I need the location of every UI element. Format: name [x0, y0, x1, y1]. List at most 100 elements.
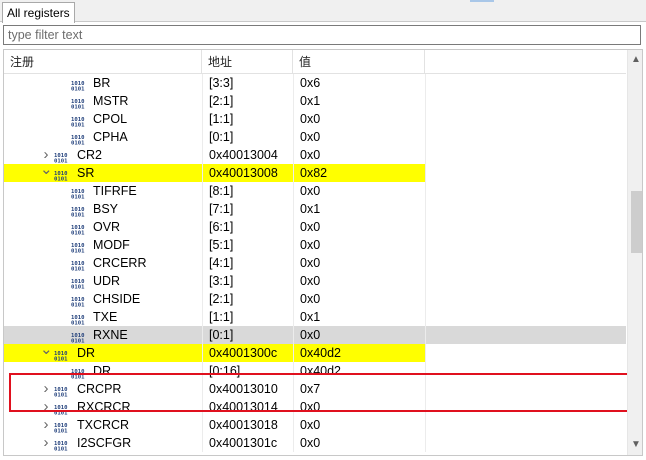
svg-text:0101: 0101 [71, 249, 85, 254]
register-value[interactable]: 0x0 [300, 290, 320, 308]
column-divider [425, 146, 426, 164]
register-value[interactable]: 0x0 [300, 128, 320, 146]
column-divider [425, 380, 426, 398]
register-value[interactable]: 0x0 [300, 110, 320, 128]
register-binary-icon: 1010 0101 [71, 312, 87, 327]
column-divider [425, 92, 426, 110]
column-divider [425, 182, 426, 200]
register-row[interactable]: ⌄ 1010 0101 DR 0x4001300c 0x40d2 [4, 342, 626, 363]
column-divider [425, 128, 426, 146]
scroll-up-arrow-icon[interactable]: ▲ [628, 52, 642, 68]
field-row[interactable]: 1010 0101 CRCERR [4:1] 0x0 [4, 254, 626, 273]
field-row[interactable]: 1010 0101 CPOL [1:1] 0x0 [4, 110, 626, 129]
field-row[interactable]: 1010 0101 RXNE [0:1] 0x0 [4, 326, 626, 345]
chevron-right-icon[interactable]: › [40, 380, 52, 398]
svg-text:0101: 0101 [71, 87, 85, 92]
vertical-scrollbar[interactable]: ▲ ▼ [627, 50, 642, 455]
column-divider [202, 362, 203, 380]
chevron-down-icon[interactable]: ⌄ [40, 342, 53, 362]
register-name: CRCERR [93, 256, 147, 270]
field-row[interactable]: 1010 0101 UDR [3:1] 0x0 [4, 272, 626, 291]
column-header-address[interactable]: 地址 [202, 50, 293, 74]
svg-text:0101: 0101 [54, 411, 68, 416]
register-address: [1:1] [209, 112, 234, 126]
svg-text:0101: 0101 [71, 105, 85, 110]
field-row[interactable]: 1010 0101 MSTR [2:1] 0x1 [4, 92, 626, 111]
register-row[interactable]: › 1010 0101 CR2 0x40013004 0x0 [4, 146, 626, 165]
column-header-value[interactable]: 值 [293, 50, 425, 74]
column-divider [202, 236, 203, 254]
register-value[interactable]: 0x0 [300, 182, 320, 200]
register-binary-icon: 1010 0101 [54, 348, 70, 363]
register-address: [8:1] [209, 184, 234, 198]
field-row[interactable]: 1010 0101 CHSIDE [2:1] 0x0 [4, 290, 626, 309]
register-value[interactable]: 0x0 [300, 326, 320, 344]
column-divider [293, 74, 294, 92]
chevron-down-icon[interactable]: ⌄ [40, 162, 53, 182]
column-divider [293, 200, 294, 218]
field-row[interactable]: 1010 0101 TIFRFE [8:1] 0x0 [4, 182, 626, 201]
register-value[interactable]: 0x1 [300, 308, 320, 326]
chevron-right-icon[interactable]: › [40, 416, 52, 434]
scroll-down-arrow-icon[interactable]: ▼ [628, 437, 642, 453]
column-divider [293, 290, 294, 308]
field-row[interactable]: 1010 0101 DR [0:16] 0x40d2 [4, 362, 626, 381]
register-value[interactable]: 0x0 [300, 146, 320, 164]
register-value[interactable]: 0x40d2 [300, 362, 341, 380]
column-divider [202, 218, 203, 236]
field-row[interactable]: 1010 0101 BSY [7:1] 0x1 [4, 200, 626, 219]
register-value[interactable]: 0x82 [300, 164, 327, 182]
register-value[interactable]: 0x6 [300, 74, 320, 92]
register-value[interactable]: 0x0 [300, 416, 320, 434]
register-name: BSY [93, 202, 119, 216]
register-value[interactable]: 0x40d2 [300, 344, 341, 362]
tab-all-registers[interactable]: All registers [2, 2, 75, 23]
column-divider [425, 218, 426, 236]
svg-text:0101: 0101 [71, 141, 85, 146]
register-value[interactable]: 0x1 [300, 92, 320, 110]
svg-text:0101: 0101 [54, 393, 68, 398]
column-divider [425, 290, 426, 308]
field-row[interactable]: 1010 0101 TXE [1:1] 0x1 [4, 308, 626, 327]
field-row[interactable]: 1010 0101 CPHA [0:1] 0x0 [4, 128, 626, 147]
register-name: TXE [93, 310, 118, 324]
column-divider [293, 164, 294, 182]
field-row[interactable]: 1010 0101 BR [3:3] 0x6 [4, 74, 626, 93]
register-address: [3:3] [209, 76, 234, 90]
register-binary-icon: 1010 0101 [71, 114, 87, 129]
chevron-right-icon[interactable]: › [40, 398, 52, 416]
field-row[interactable]: 1010 0101 MODF [5:1] 0x0 [4, 236, 626, 255]
table-header: 注册 地址 值 [4, 50, 626, 74]
register-binary-icon: 1010 0101 [71, 258, 87, 273]
svg-text:0101: 0101 [71, 213, 85, 218]
register-row[interactable]: › 1010 0101 TXCRCR 0x40013018 0x0 [4, 416, 626, 435]
register-name: SR [77, 166, 95, 180]
register-value[interactable]: 0x7 [300, 380, 320, 398]
chevron-right-icon[interactable]: › [40, 434, 52, 452]
column-divider [293, 92, 294, 110]
register-name: MODF [93, 238, 130, 252]
column-divider [293, 236, 294, 254]
register-binary-icon: 1010 0101 [71, 276, 87, 291]
register-binary-icon: 1010 0101 [71, 204, 87, 219]
column-divider [293, 434, 294, 452]
register-value[interactable]: 0x0 [300, 398, 320, 416]
filter-input[interactable] [3, 25, 641, 45]
register-value[interactable]: 0x0 [300, 218, 320, 236]
register-value[interactable]: 0x0 [300, 236, 320, 254]
register-value[interactable]: 0x1 [300, 200, 320, 218]
column-divider [425, 272, 426, 290]
register-value[interactable]: 0x0 [300, 254, 320, 272]
register-value[interactable]: 0x0 [300, 434, 320, 452]
column-divider [202, 272, 203, 290]
register-row[interactable]: › 1010 0101 CRCPR 0x40013010 0x7 [4, 380, 626, 399]
column-divider [425, 164, 426, 182]
register-binary-icon: 1010 0101 [71, 240, 87, 255]
register-row[interactable]: ⌄ 1010 0101 SR 0x40013008 0x82 [4, 162, 626, 183]
field-row[interactable]: 1010 0101 OVR [6:1] 0x0 [4, 218, 626, 237]
column-header-name[interactable]: 注册 [4, 50, 202, 74]
scrollbar-thumb[interactable] [631, 191, 642, 253]
register-row[interactable]: › 1010 0101 I2SCFGR 0x4001301c 0x0 [4, 434, 626, 453]
register-value[interactable]: 0x0 [300, 272, 320, 290]
register-row[interactable]: › 1010 0101 RXCRCR 0x40013014 0x0 [4, 398, 626, 417]
